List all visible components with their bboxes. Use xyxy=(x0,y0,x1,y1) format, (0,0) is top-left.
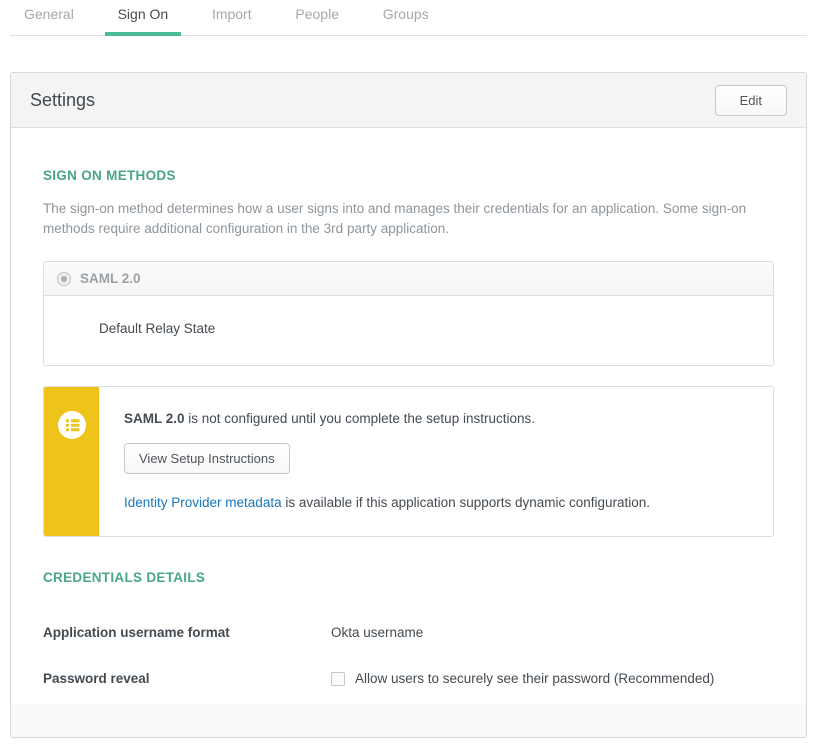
settings-panel: Settings Edit SIGN ON METHODS The sign-o… xyxy=(10,72,807,738)
settings-panel-body: SIGN ON METHODS The sign-on method deter… xyxy=(11,128,806,704)
app-tab-bar: General Sign On Import People Groups xyxy=(10,0,807,36)
view-setup-instructions-button[interactable]: View Setup Instructions xyxy=(124,443,290,474)
credentials-details-heading: CREDENTIALS DETAILS xyxy=(43,570,774,585)
default-relay-state-label: Default Relay State xyxy=(99,321,215,336)
saml-method-header: SAML 2.0 xyxy=(44,262,773,296)
setup-callout-band xyxy=(44,387,99,536)
idp-metadata-suffix: is available if this application support… xyxy=(282,495,650,510)
settings-panel-footer xyxy=(11,704,806,737)
setup-instructions-list-icon xyxy=(58,411,86,439)
tab-sign-on[interactable]: Sign On xyxy=(118,0,169,35)
setup-callout-content: SAML 2.0 is not configured until you com… xyxy=(99,387,773,536)
application-username-format-label: Application username format xyxy=(43,625,331,640)
settings-panel-header: Settings Edit xyxy=(11,73,806,128)
tab-import[interactable]: Import xyxy=(212,0,252,35)
setup-callout: SAML 2.0 is not configured until you com… xyxy=(43,386,774,537)
sign-on-methods-description: The sign-on method determines how a user… xyxy=(43,199,774,238)
saml-radio-icon[interactable] xyxy=(57,272,71,286)
tab-people[interactable]: People xyxy=(295,0,339,35)
callout-message-text: is not configured until you complete the… xyxy=(185,411,535,426)
password-reveal-row: Password reveal Allow users to securely … xyxy=(43,671,774,686)
saml-method-box: SAML 2.0 Default Relay State xyxy=(43,261,774,366)
edit-button[interactable]: Edit xyxy=(715,85,787,116)
saml-method-body: Default Relay State xyxy=(44,296,773,365)
tab-groups[interactable]: Groups xyxy=(383,0,429,35)
callout-method-name: SAML 2.0 xyxy=(124,411,185,426)
password-reveal-control: Allow users to securely see their passwo… xyxy=(331,671,714,686)
application-username-format-row: Application username format Okta usernam… xyxy=(43,625,774,640)
password-reveal-checkbox-label: Allow users to securely see their passwo… xyxy=(355,671,714,686)
identity-provider-metadata-link[interactable]: Identity Provider metadata xyxy=(124,495,282,510)
tab-general[interactable]: General xyxy=(24,0,74,35)
setup-callout-message: SAML 2.0 is not configured until you com… xyxy=(124,411,749,426)
password-reveal-label: Password reveal xyxy=(43,671,331,686)
saml-method-name: SAML 2.0 xyxy=(80,271,141,286)
idp-metadata-line: Identity Provider metadata is available … xyxy=(124,495,749,510)
sign-on-methods-heading: SIGN ON METHODS xyxy=(43,168,774,183)
application-username-format-value: Okta username xyxy=(331,625,423,640)
panel-title: Settings xyxy=(30,90,95,111)
password-reveal-checkbox[interactable] xyxy=(331,672,345,686)
